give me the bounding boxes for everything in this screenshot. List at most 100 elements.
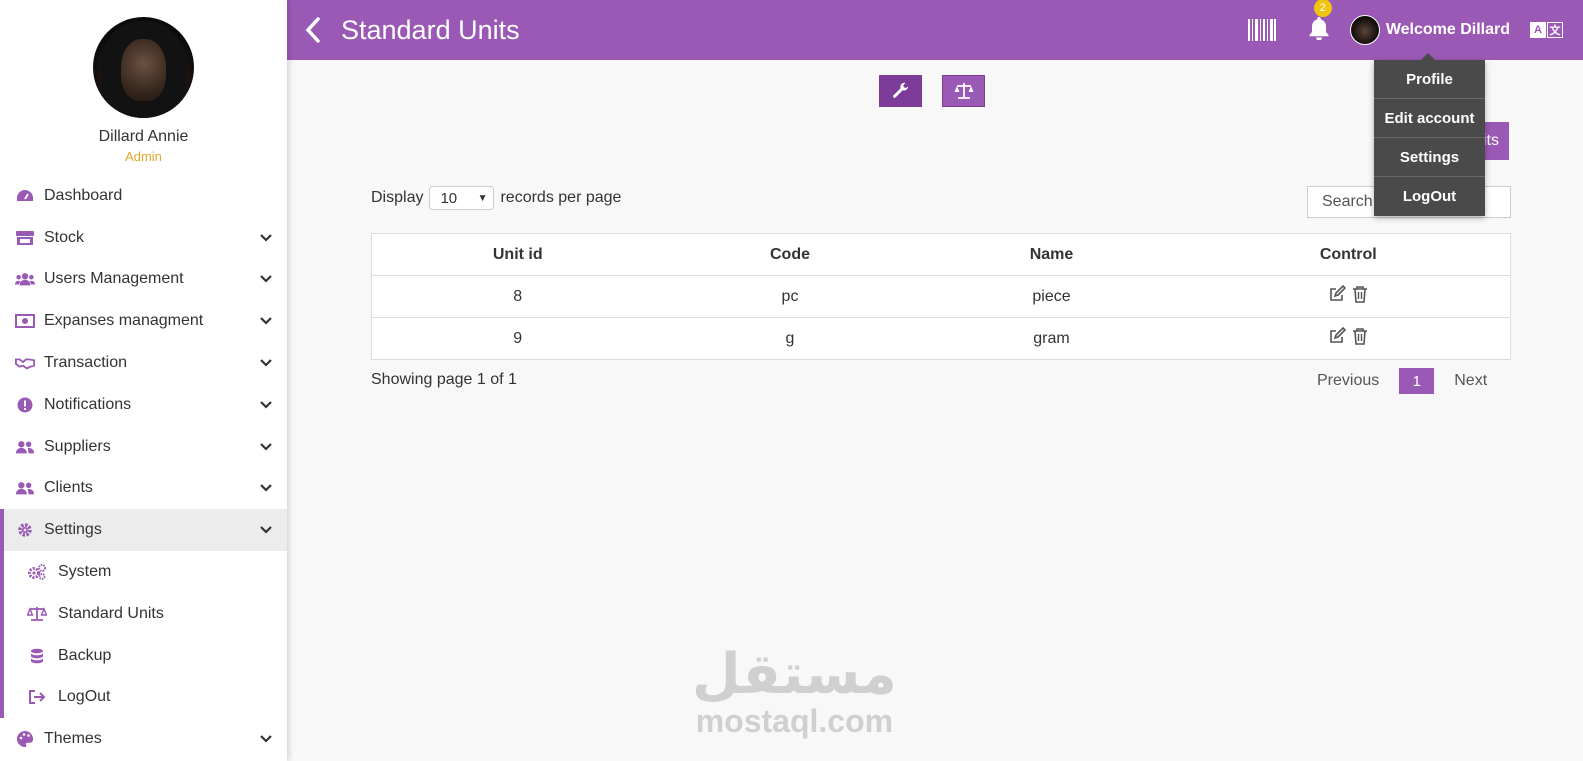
column-header-unit-id[interactable]: Unit id (371, 233, 664, 276)
sidebar-subitem-backup[interactable]: Backup (0, 634, 287, 677)
sidebar-item-themes[interactable]: Themes (0, 718, 287, 760)
sidebar-item-expanses[interactable]: Expanses managment (0, 300, 287, 342)
exclamation-circle-icon (15, 397, 35, 413)
balance-scale-icon (27, 606, 47, 622)
sidebar-item-dashboard[interactable]: Dashboard (0, 175, 287, 217)
chevron-down-icon (259, 398, 273, 412)
edit-icon[interactable] (1328, 284, 1347, 308)
welcome-user-menu[interactable]: Welcome Dillard (1386, 21, 1510, 39)
sidebar-item-users-management[interactable]: Users Management (0, 259, 287, 301)
barcode-icon[interactable] (1247, 19, 1276, 41)
avatar[interactable] (93, 17, 194, 118)
sidebar-item-label: Notifications (44, 395, 132, 413)
sidebar-item-label: Expanses managment (44, 312, 204, 330)
sidebar-item-clients[interactable]: Clients (0, 468, 287, 510)
menu-item-edit-account[interactable]: Edit account (1374, 99, 1485, 138)
table-row: 9 g gram (371, 317, 1511, 360)
sidebar: Dillard Annie Admin Dashboard Stock User… (0, 0, 287, 761)
menu-item-settings[interactable]: Settings (1374, 138, 1485, 177)
dashboard-gauge-icon (15, 188, 35, 204)
sidebar-item-label: Clients (44, 479, 93, 497)
records-per-page-value: 10 (440, 189, 458, 207)
chevron-down-icon (259, 272, 273, 286)
chevron-down-icon (259, 481, 273, 495)
sidebar-item-label: Stock (44, 228, 85, 246)
chevron-down-icon (259, 356, 273, 370)
menu-item-logout[interactable]: LogOut (1374, 177, 1485, 216)
header-actions: 2 Welcome Dillard A文 (1247, 0, 1583, 60)
chevron-down-icon (259, 314, 273, 328)
edit-icon[interactable] (1328, 326, 1347, 350)
cell-name: piece (916, 275, 1187, 318)
units-table: Unit id Code Name Control 8 pc piece 9 g… (371, 233, 1511, 360)
chevron-down-icon (259, 231, 273, 245)
cell-code: g (663, 317, 917, 360)
balance-scale-icon (954, 83, 973, 99)
column-header-name[interactable]: Name (916, 233, 1187, 276)
user-friends-icon (15, 439, 35, 455)
back-arrow-icon[interactable] (305, 15, 329, 45)
cell-control (1186, 317, 1511, 360)
display-label: Display (371, 189, 424, 206)
table-header-row: Unit id Code Name Control (371, 233, 1511, 276)
sidebar-item-label: Backup (58, 646, 112, 664)
sidebar-item-label: Users Management (44, 270, 184, 288)
sidebar-item-suppliers[interactable]: Suppliers (0, 426, 287, 468)
store-icon (15, 230, 35, 246)
sidebar-nav: Dashboard Stock Users Management Expanse… (0, 175, 287, 760)
language-switch-icon[interactable]: A文 (1530, 22, 1563, 38)
handshake-icon (15, 356, 35, 370)
caret-down-icon: ▼ (477, 192, 488, 204)
sidebar-subitem-standard-units[interactable]: Standard Units (0, 592, 287, 635)
wrench-icon (892, 82, 908, 98)
chevron-down-icon (259, 732, 273, 746)
sidebar-item-notifications[interactable]: Notifications (0, 384, 287, 426)
sidebar-item-settings[interactable]: Settings (0, 509, 287, 552)
sign-out-icon (27, 689, 47, 705)
cell-control (1186, 275, 1511, 318)
chevron-down-icon (259, 523, 273, 537)
notifications-bell-icon[interactable]: 2 (1308, 0, 1332, 45)
units-button[interactable] (942, 75, 985, 107)
pagination: Previous 1 Next (1317, 368, 1487, 394)
database-icon (27, 648, 47, 664)
table-row: 8 pc piece (371, 275, 1511, 318)
sidebar-item-label: LogOut (58, 688, 111, 706)
notification-count-badge: 2 (1313, 0, 1332, 17)
trash-icon[interactable] (1352, 285, 1368, 308)
sidebar-item-label: Themes (44, 730, 102, 748)
users-icon (15, 271, 35, 287)
profile-card: Dillard Annie Admin (0, 0, 287, 175)
sidebar-item-label: Suppliers (44, 437, 111, 455)
user-dropdown-menu: Profile Edit account Settings LogOut (1374, 53, 1485, 216)
cogs-icon (27, 564, 47, 581)
page-1-button[interactable]: 1 (1399, 368, 1435, 394)
cell-code: pc (663, 275, 917, 318)
column-header-code[interactable]: Code (663, 233, 917, 276)
sidebar-subitem-system[interactable]: System (0, 551, 287, 593)
top-bar: Standard Units 2 Welcome Dillard A文 (287, 0, 1583, 60)
sidebar-item-label: Dashboard (44, 186, 123, 204)
profile-role: Admin (125, 149, 162, 164)
sidebar-item-label: Settings (44, 521, 102, 539)
sidebar-item-transaction[interactable]: Transaction (0, 342, 287, 384)
page-title: Standard Units (341, 14, 520, 45)
user-avatar[interactable] (1349, 15, 1380, 45)
records-per-page-select[interactable]: 10 ▼ (429, 186, 495, 210)
cell-unit-id: 8 (371, 275, 664, 318)
cell-unit-id: 9 (371, 317, 664, 360)
records-per-page-control: Display 10 ▼ records per page (371, 186, 621, 210)
cell-name: gram (916, 317, 1187, 360)
pagination-summary: Showing page 1 of 1 (371, 371, 517, 388)
tools-button[interactable] (879, 75, 922, 107)
profile-name: Dillard Annie (98, 128, 189, 145)
menu-item-profile[interactable]: Profile (1374, 60, 1485, 99)
previous-page-button[interactable]: Previous (1317, 372, 1379, 390)
sidebar-item-label: System (58, 563, 112, 581)
sidebar-subitem-logout[interactable]: LogOut (0, 676, 287, 719)
sidebar-item-stock[interactable]: Stock (0, 217, 287, 259)
trash-icon[interactable] (1352, 327, 1368, 350)
column-header-control: Control (1186, 233, 1511, 276)
sidebar-item-label: Standard Units (58, 604, 164, 622)
next-page-button[interactable]: Next (1454, 372, 1487, 390)
